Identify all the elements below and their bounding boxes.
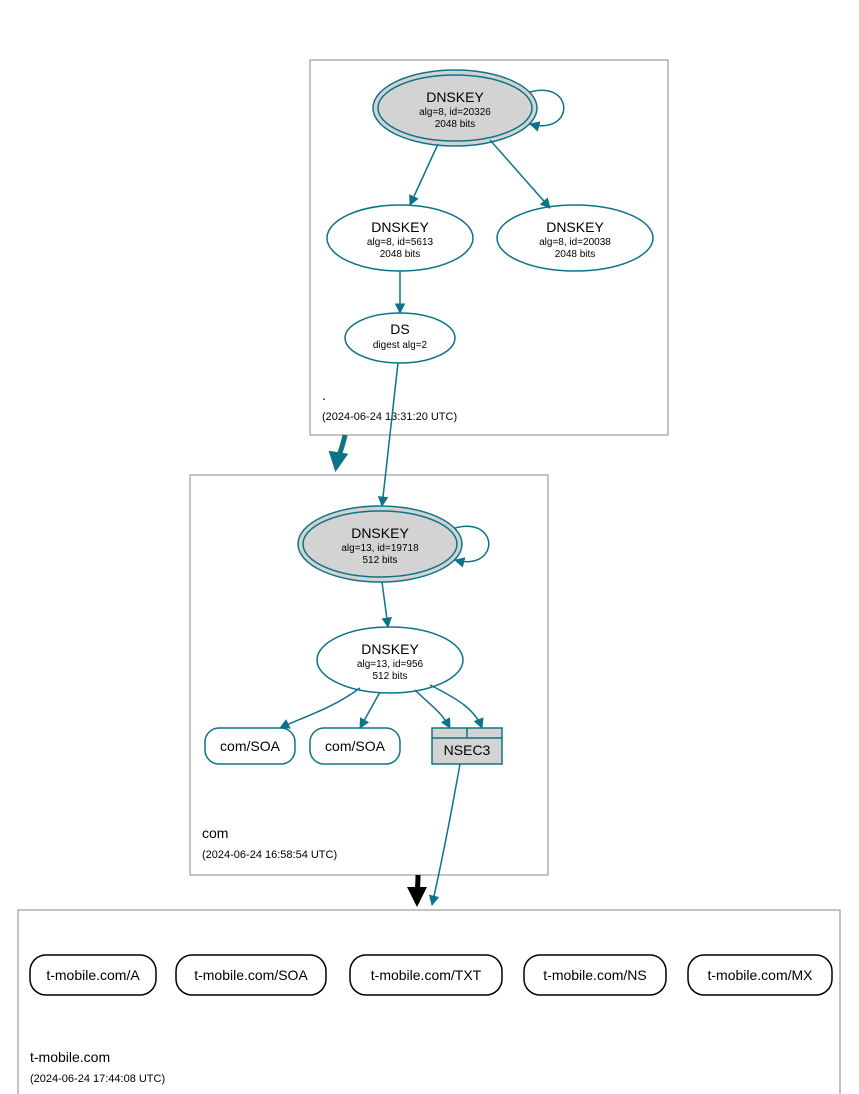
svg-text:com/SOA: com/SOA — [220, 738, 281, 754]
svg-text:DNSKEY: DNSKEY — [361, 641, 419, 657]
edge-nsec3-tmobile — [432, 764, 460, 905]
zone-tmobile-timestamp: (2024-06-24 17:44:08 UTC) — [30, 1073, 165, 1085]
node-tmobile-soa: t-mobile.com/SOA — [176, 955, 326, 995]
edge-com-zsk-soa1 — [280, 688, 360, 728]
svg-text:alg=8, id=5613: alg=8, id=5613 — [367, 237, 434, 248]
svg-text:alg=8, id=20038: alg=8, id=20038 — [539, 237, 611, 248]
node-root-zsk1: DNSKEY alg=8, id=5613 2048 bits — [327, 205, 473, 271]
svg-text:2048 bits: 2048 bits — [435, 119, 476, 130]
node-tmobile-ns: t-mobile.com/NS — [524, 955, 666, 995]
svg-text:DNSKEY: DNSKEY — [546, 219, 604, 235]
zone-tmobile: t-mobile.com (2024-06-24 17:44:08 UTC) t… — [18, 910, 840, 1094]
svg-text:t-mobile.com/TXT: t-mobile.com/TXT — [371, 967, 482, 983]
node-tmobile-mx: t-mobile.com/MX — [688, 955, 832, 995]
edge-root-com-zonelink — [336, 435, 345, 468]
node-tmobile-a: t-mobile.com/A — [30, 955, 156, 995]
svg-text:DNSKEY: DNSKEY — [351, 525, 409, 541]
svg-text:t-mobile.com/SOA: t-mobile.com/SOA — [194, 967, 308, 983]
svg-text:NSEC3: NSEC3 — [444, 742, 491, 758]
zone-root-timestamp: (2024-06-24 13:31:20 UTC) — [322, 411, 457, 423]
svg-text:digest alg=2: digest alg=2 — [373, 340, 428, 351]
svg-text:alg=13, id=19718: alg=13, id=19718 — [341, 543, 419, 554]
svg-text:512 bits: 512 bits — [372, 671, 407, 682]
node-com-soa2: com/SOA — [310, 728, 400, 764]
edge-com-zsk-nsec3b — [430, 685, 482, 728]
edge-com-zsk-nsec3a — [415, 690, 450, 728]
svg-text:alg=13, id=956: alg=13, id=956 — [357, 659, 424, 670]
node-root-zsk2: DNSKEY alg=8, id=20038 2048 bits — [497, 205, 653, 271]
zone-com: com (2024-06-24 16:58:54 UTC) DNSKEY alg… — [190, 475, 548, 875]
edge-com-tmobile-zonelink — [417, 875, 418, 903]
svg-text:alg=8, id=20326: alg=8, id=20326 — [419, 107, 491, 118]
svg-text:2048 bits: 2048 bits — [555, 249, 596, 260]
svg-text:DNSKEY: DNSKEY — [426, 89, 484, 105]
node-root-ksk: DNSKEY alg=8, id=20326 2048 bits — [373, 70, 537, 146]
svg-text:t-mobile.com/NS: t-mobile.com/NS — [543, 967, 646, 983]
svg-text:DS: DS — [390, 321, 409, 337]
svg-text:com/SOA: com/SOA — [325, 738, 386, 754]
zone-root: . (2024-06-24 13:31:20 UTC) DNSKEY alg=8… — [310, 60, 668, 435]
edge-root-ksk-zsk1 — [410, 144, 438, 205]
node-com-soa1: com/SOA — [205, 728, 295, 764]
zone-com-timestamp: (2024-06-24 16:58:54 UTC) — [202, 849, 337, 861]
svg-text:t-mobile.com/A: t-mobile.com/A — [46, 967, 140, 983]
node-nsec3: NSEC3 — [432, 728, 502, 764]
zone-tmobile-name: t-mobile.com — [30, 1049, 110, 1065]
node-com-ksk: DNSKEY alg=13, id=19718 512 bits — [298, 506, 462, 582]
svg-text:2048 bits: 2048 bits — [380, 249, 421, 260]
node-root-ds: DS digest alg=2 — [345, 313, 455, 363]
svg-text:t-mobile.com/MX: t-mobile.com/MX — [707, 967, 813, 983]
zone-root-name: . — [322, 387, 326, 403]
svg-text:DNSKEY: DNSKEY — [371, 219, 429, 235]
edge-com-zsk-soa2 — [360, 692, 380, 728]
edge-root-ksk-zsk2 — [490, 140, 550, 208]
edge-com-ksk-zsk — [382, 582, 388, 627]
node-tmobile-txt: t-mobile.com/TXT — [350, 955, 502, 995]
zone-com-name: com — [202, 825, 228, 841]
node-com-zsk: DNSKEY alg=13, id=956 512 bits — [317, 627, 463, 693]
svg-text:512 bits: 512 bits — [362, 555, 397, 566]
